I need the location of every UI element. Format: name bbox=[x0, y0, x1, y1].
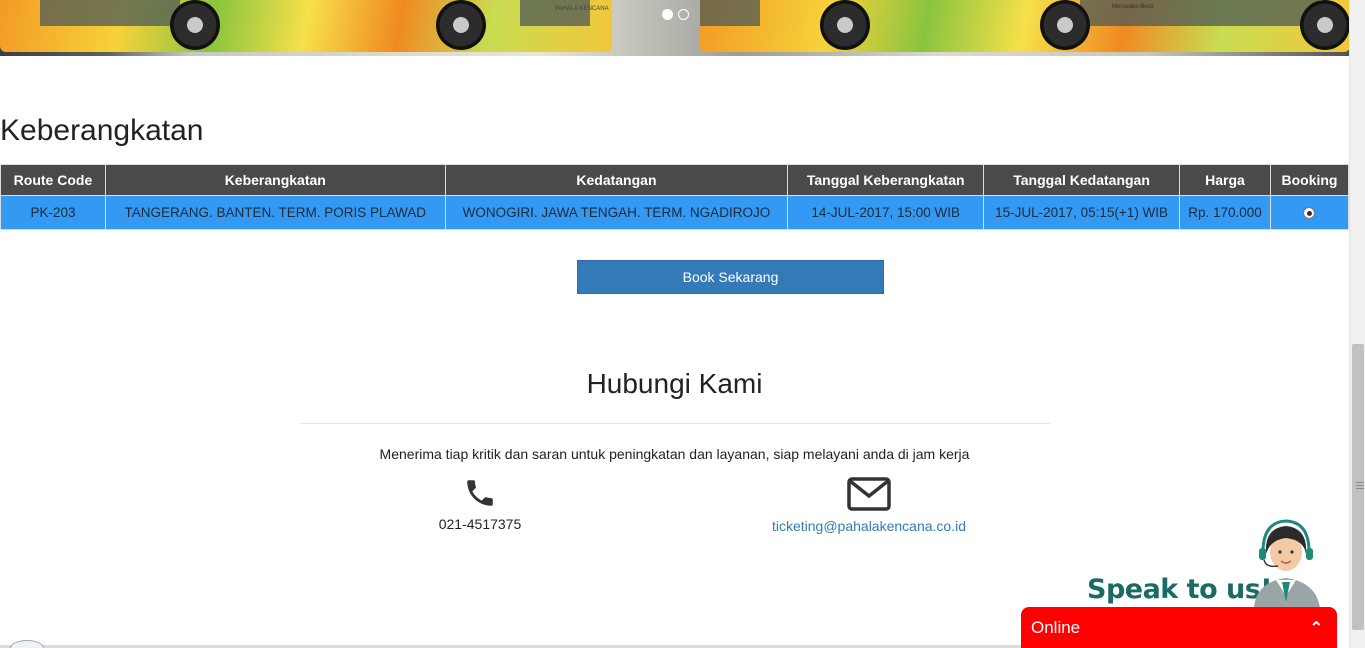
table-row[interactable]: PK-203 TANGERANG. BANTEN. TERM. PORIS PL… bbox=[0, 195, 1350, 230]
scrollbar-thumb[interactable] bbox=[1352, 344, 1364, 630]
cell-departure-date: 14-JUL-2017, 15:00 WIB bbox=[787, 195, 985, 230]
table-header-row: Route Code Keberangkatan Kedatangan Tang… bbox=[0, 164, 1350, 196]
contact-divider bbox=[300, 423, 1050, 424]
chat-status-bar[interactable]: Online ⌃ bbox=[1021, 607, 1337, 648]
contact-phone-number: 021-4517375 bbox=[438, 516, 522, 532]
col-price: Harga bbox=[1179, 164, 1271, 196]
col-departure: Keberangkatan bbox=[104, 164, 446, 196]
cell-arrival: WONOGIRI. JAWA TENGAH. TERM. NGADIROJO bbox=[444, 195, 789, 230]
booking-radio[interactable] bbox=[1303, 207, 1316, 220]
speak-to-us-text: Speak to us! bbox=[1087, 574, 1273, 605]
contact-email: ticketing@pahalakencana.co.id bbox=[720, 476, 1018, 534]
cell-route-code: PK-203 bbox=[0, 195, 106, 230]
contact-description: Menerima tiap kritik dan saran untuk pen… bbox=[379, 446, 970, 462]
chevron-up-icon[interactable]: ⌃ bbox=[1310, 618, 1323, 638]
carousel-dot-1[interactable] bbox=[662, 9, 673, 20]
contact-title: Hubungi Kami bbox=[586, 368, 763, 399]
cell-booking bbox=[1269, 195, 1350, 230]
chat-status-label: Online bbox=[1031, 617, 1081, 637]
routes-table: Route Code Keberangkatan Kedatangan Tang… bbox=[0, 164, 1350, 230]
col-arrival-date: Tanggal Kedatangan bbox=[983, 164, 1181, 196]
cell-arrival-date: 15-JUL-2017, 05:15(+1) WIB bbox=[983, 195, 1181, 230]
bus-tag-left: PAHALA KENCANA bbox=[555, 6, 609, 12]
cell-departure: TANGERANG. BANTEN. TERM. PORIS PLAWAD bbox=[104, 195, 446, 230]
cell-price: Rp. 170.000 bbox=[1179, 195, 1271, 230]
hero-banner: PAHALA KENCANA Mercedes-Benz bbox=[0, 0, 1349, 56]
section-title-keberangkatan: Keberangkatan bbox=[0, 114, 204, 147]
bottom-widget-edge[interactable] bbox=[10, 640, 44, 648]
phone-icon bbox=[467, 480, 493, 506]
col-booking: Booking bbox=[1269, 164, 1350, 196]
support-agent-icon[interactable] bbox=[1246, 516, 1326, 608]
book-now-button[interactable]: Book Sekarang bbox=[577, 260, 884, 294]
contact-phone: 021-4517375 bbox=[380, 476, 580, 532]
bus-tag-right: Mercedes-Benz bbox=[1112, 4, 1155, 10]
carousel-dot-2[interactable] bbox=[678, 9, 689, 20]
bus-image-left: PAHALA KENCANA bbox=[0, 0, 612, 52]
contact-email-link[interactable]: ticketing@pahalakencana.co.id bbox=[772, 518, 966, 534]
vertical-scrollbar[interactable] bbox=[1349, 0, 1365, 648]
col-departure-date: Tanggal Keberangkatan bbox=[787, 164, 985, 196]
envelope-icon bbox=[847, 477, 891, 511]
carousel-indicators bbox=[662, 9, 689, 20]
col-arrival: Kedatangan bbox=[444, 164, 789, 196]
bus-image-right: Mercedes-Benz bbox=[700, 0, 1349, 52]
col-route-code: Route Code bbox=[0, 164, 106, 196]
